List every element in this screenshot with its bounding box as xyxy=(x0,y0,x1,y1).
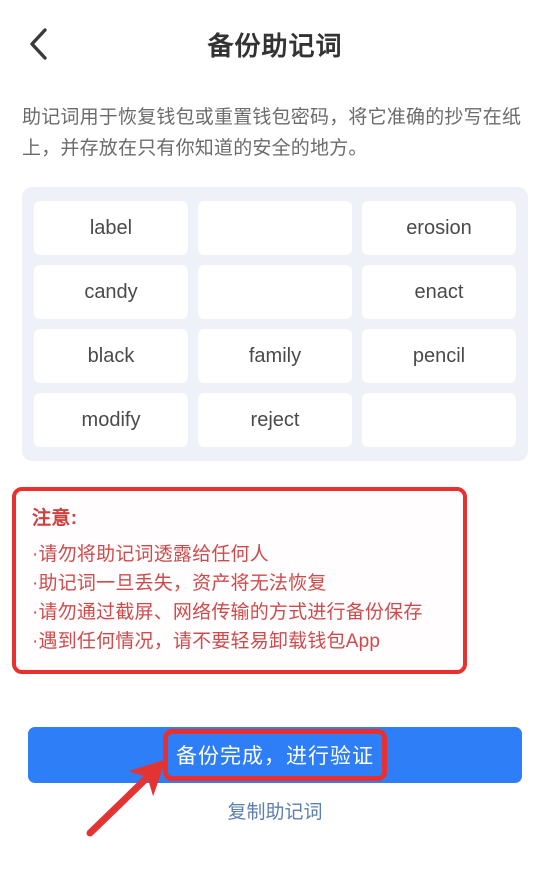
warning-title: 注意: xyxy=(32,508,78,529)
warning-list-item: ·请勿通过截屏、网络传输的方式进行备份保存 xyxy=(32,602,423,623)
mnemonic-word-grid: label erosion candy enact black family p… xyxy=(22,187,528,461)
warning-list: ·请勿将助记词透露给任何人 ·助记词一旦丢失，资产将无法恢复 ·请勿通过截屏、网… xyxy=(32,540,447,656)
description-text: 助记词用于恢复钱包或重置钱包密码，将它准确的抄写在纸上，并存放在只有你知道的安全… xyxy=(22,107,522,159)
warning-list-item: ·助记词一旦丢失，资产将无法恢复 xyxy=(32,573,327,594)
mnemonic-word-cell[interactable] xyxy=(198,265,352,319)
mnemonic-word-cell[interactable]: candy xyxy=(34,265,188,319)
warning-box: 注意: ·请勿将助记词透露给任何人 ·助记词一旦丢失，资产将无法恢复 ·请勿通过… xyxy=(12,487,467,674)
mnemonic-word-cell[interactable]: erosion xyxy=(362,201,516,255)
backup-mnemonic-screen: 备份助记词 助记词用于恢复钱包或重置钱包密码，将它准确的抄写在纸上，并存放在只有… xyxy=(0,0,550,884)
page-header: 备份助记词 xyxy=(0,0,550,88)
mnemonic-word-cell[interactable] xyxy=(362,393,516,447)
warning-list-item: ·遇到任何情况，请不要轻易卸载钱包App xyxy=(32,631,381,652)
verify-backup-button[interactable]: 备份完成，进行验证 xyxy=(28,727,522,783)
warning-list-item: ·请勿将助记词透露给任何人 xyxy=(32,544,269,565)
mnemonic-word-cell[interactable] xyxy=(198,201,352,255)
mnemonic-word-cell[interactable]: black xyxy=(34,329,188,383)
chevron-left-icon xyxy=(27,27,49,61)
page-title: 备份助记词 xyxy=(207,30,343,61)
mnemonic-word-cell[interactable]: enact xyxy=(362,265,516,319)
copy-mnemonic-link[interactable]: 复制助记词 xyxy=(0,797,550,824)
mnemonic-word-cell[interactable]: reject xyxy=(198,393,352,447)
mnemonic-word-cell[interactable]: pencil xyxy=(362,329,516,383)
mnemonic-word-cell[interactable]: modify xyxy=(34,393,188,447)
mnemonic-word-cell[interactable]: family xyxy=(198,329,352,383)
mnemonic-word-cell[interactable]: label xyxy=(34,201,188,255)
back-button[interactable] xyxy=(16,22,60,66)
